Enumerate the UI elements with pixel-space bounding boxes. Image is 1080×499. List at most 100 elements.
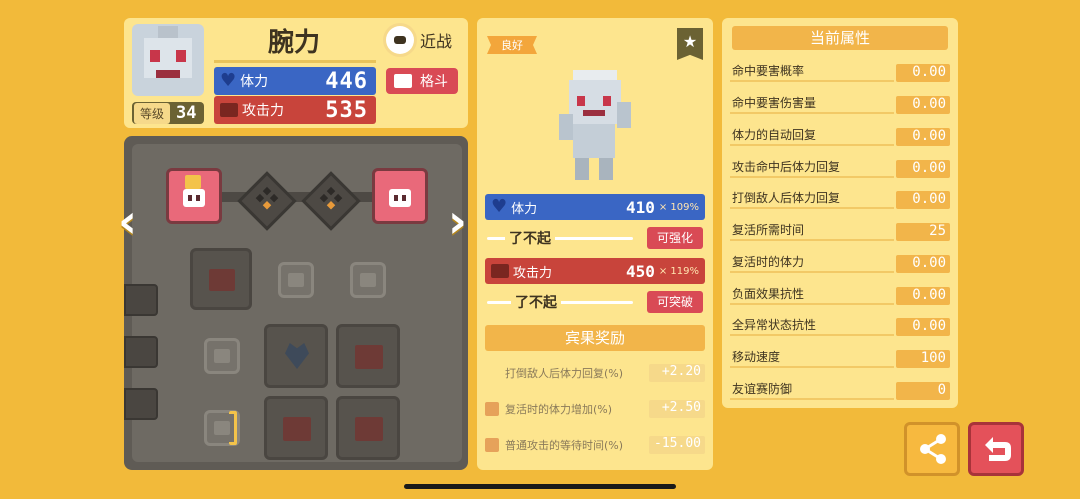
attribute-row: 体力的自动回复 0.00	[730, 124, 950, 146]
home-indicator[interactable]	[404, 484, 676, 489]
attribute-value: 0.00	[896, 318, 950, 336]
attribute-label: 命中要害概率	[732, 64, 805, 78]
heart-icon: ♥	[491, 196, 508, 217]
attribute-label: 复活所需时间	[732, 223, 805, 237]
range-label: 近战	[420, 32, 453, 51]
attribute-label: 全异常状态抗性	[732, 318, 817, 332]
move-slot-2[interactable]	[372, 168, 428, 224]
stone-slot[interactable]	[350, 262, 386, 298]
fighting-type-icon	[394, 74, 412, 88]
side-slot-1[interactable]	[124, 284, 158, 316]
hp-label: 体力	[240, 74, 269, 90]
socket-diamond-1[interactable]	[237, 171, 297, 231]
quality-ribbon: 良好	[487, 36, 537, 54]
chevron-left-icon[interactable]: ‹	[118, 198, 137, 244]
pokemon-portrait	[132, 24, 204, 96]
bonus-value: +2.50	[649, 400, 705, 418]
range-indicator: 近战	[386, 26, 452, 54]
stone-slot[interactable]	[204, 410, 240, 446]
hp-detail-value: 410	[625, 197, 655, 217]
bonus-row: 打倒敌人后体力回复(%) +2.20	[485, 362, 705, 384]
attribute-label: 打倒敌人后体力回复	[732, 191, 841, 205]
level-label: 等级	[134, 102, 171, 124]
bonus-icon	[485, 438, 499, 452]
stone-slot[interactable]	[204, 338, 240, 374]
move-icon	[183, 189, 205, 207]
attribute-row: 移动速度 100	[730, 346, 950, 368]
attack-label: 攻击力	[242, 103, 284, 119]
stone-slot[interactable]	[190, 248, 252, 310]
pokemon-sprite	[559, 70, 631, 180]
breakthrough-button[interactable]: 可突破	[647, 291, 703, 313]
attribute-value: 25	[896, 223, 950, 241]
hp-detail-bar: ♥ 体力 410 × 109%	[485, 194, 705, 220]
bingo-bonus-header: 宾果奖励	[485, 325, 705, 351]
attribute-value: 0.00	[896, 128, 950, 146]
attack-stat-bar: 攻击力 535	[214, 96, 376, 124]
attack-detail-bar: 攻击力 450 × 119%	[485, 258, 705, 284]
attribute-value: 0.00	[896, 255, 950, 273]
attack-value: 535	[325, 97, 368, 123]
level-value: 34	[176, 103, 197, 123]
lock-icon	[185, 175, 201, 189]
melee-icon	[386, 26, 414, 54]
name-underline	[214, 60, 376, 63]
type-badge[interactable]: 格斗	[386, 68, 458, 94]
attribute-row: 全异常状态抗性 0.00	[730, 314, 950, 336]
attribute-row: 友谊赛防御 0	[730, 378, 950, 400]
attribute-label: 命中要害伤害量	[732, 96, 817, 110]
hp-grade: 了不起	[505, 228, 555, 248]
pokemon-detail-panel: 良好 ★ ♥ 体力 410 × 109% 了不起 可强化 攻击力 450 × 1…	[477, 18, 713, 470]
side-slot-3[interactable]	[124, 388, 158, 420]
return-icon	[985, 437, 1011, 461]
stone-slot[interactable]	[278, 262, 314, 298]
attribute-row: 打倒敌人后体力回复 0.00	[730, 187, 950, 209]
bonus-label: 复活时的体力增加(%)	[505, 403, 613, 416]
stone-slot[interactable]	[336, 324, 400, 388]
bonus-row: 普通攻击的等待时间(%) -15.00	[485, 434, 705, 456]
current-attributes-panel: 当前属性 命中要害概率 0.00 命中要害伤害量 0.00 体力的自动回复 0.00 …	[722, 18, 958, 408]
attribute-row: 命中要害伤害量 0.00	[730, 92, 950, 114]
attribute-value: 0.00	[896, 96, 950, 114]
attribute-value: 0.00	[896, 64, 950, 82]
hp-stat-bar: ♥ 体力 446	[214, 67, 376, 95]
heart-icon: ♥	[220, 70, 237, 91]
enhance-button[interactable]: 可强化	[647, 227, 703, 249]
power-stone-board	[124, 136, 468, 470]
attribute-row: 复活所需时间 25	[730, 219, 950, 241]
star-icon[interactable]: ★	[677, 28, 703, 60]
back-button[interactable]	[968, 422, 1024, 476]
attribute-label: 移动速度	[732, 350, 781, 364]
attribute-label: 攻击命中后体力回复	[732, 160, 841, 174]
attribute-label: 友谊赛防御	[732, 382, 793, 396]
bonus-label: 打倒敌人后体力回复(%)	[505, 367, 624, 380]
share-icon	[920, 434, 946, 464]
hp-multiplier: × 109%	[658, 201, 699, 213]
side-slot-2[interactable]	[124, 336, 158, 368]
stone-slot[interactable]	[264, 324, 328, 388]
attack-detail-value: 450	[625, 261, 655, 281]
board-inner	[124, 144, 462, 462]
attack-grade: 了不起	[511, 292, 561, 312]
fist-icon	[491, 264, 509, 278]
attribute-value: 100	[896, 350, 950, 368]
attributes-title: 当前属性	[732, 26, 948, 50]
attribute-value: 0	[896, 382, 950, 400]
attack-multiplier: × 119%	[658, 265, 699, 277]
attribute-label: 复活时的体力	[732, 255, 805, 269]
hp-detail-label: 体力	[511, 201, 538, 217]
stone-slot[interactable]	[264, 396, 328, 460]
move-slot-1[interactable]	[166, 168, 222, 224]
attack-grade-row: 了不起 可突破	[487, 291, 703, 313]
attribute-row: 命中要害概率 0.00	[730, 60, 950, 82]
move-icon	[389, 189, 411, 207]
level-badge: 等级 34	[132, 102, 204, 124]
socket-diamond-2[interactable]	[301, 171, 361, 231]
stone-slot[interactable]	[336, 396, 400, 460]
type-label: 格斗	[420, 74, 448, 90]
share-button[interactable]	[904, 422, 960, 476]
hp-grade-row: 了不起 可强化	[487, 227, 703, 249]
chevron-right-icon[interactable]: ›	[448, 198, 467, 244]
bonus-icon	[485, 402, 499, 416]
attribute-label: 负面效果抗性	[732, 287, 805, 301]
